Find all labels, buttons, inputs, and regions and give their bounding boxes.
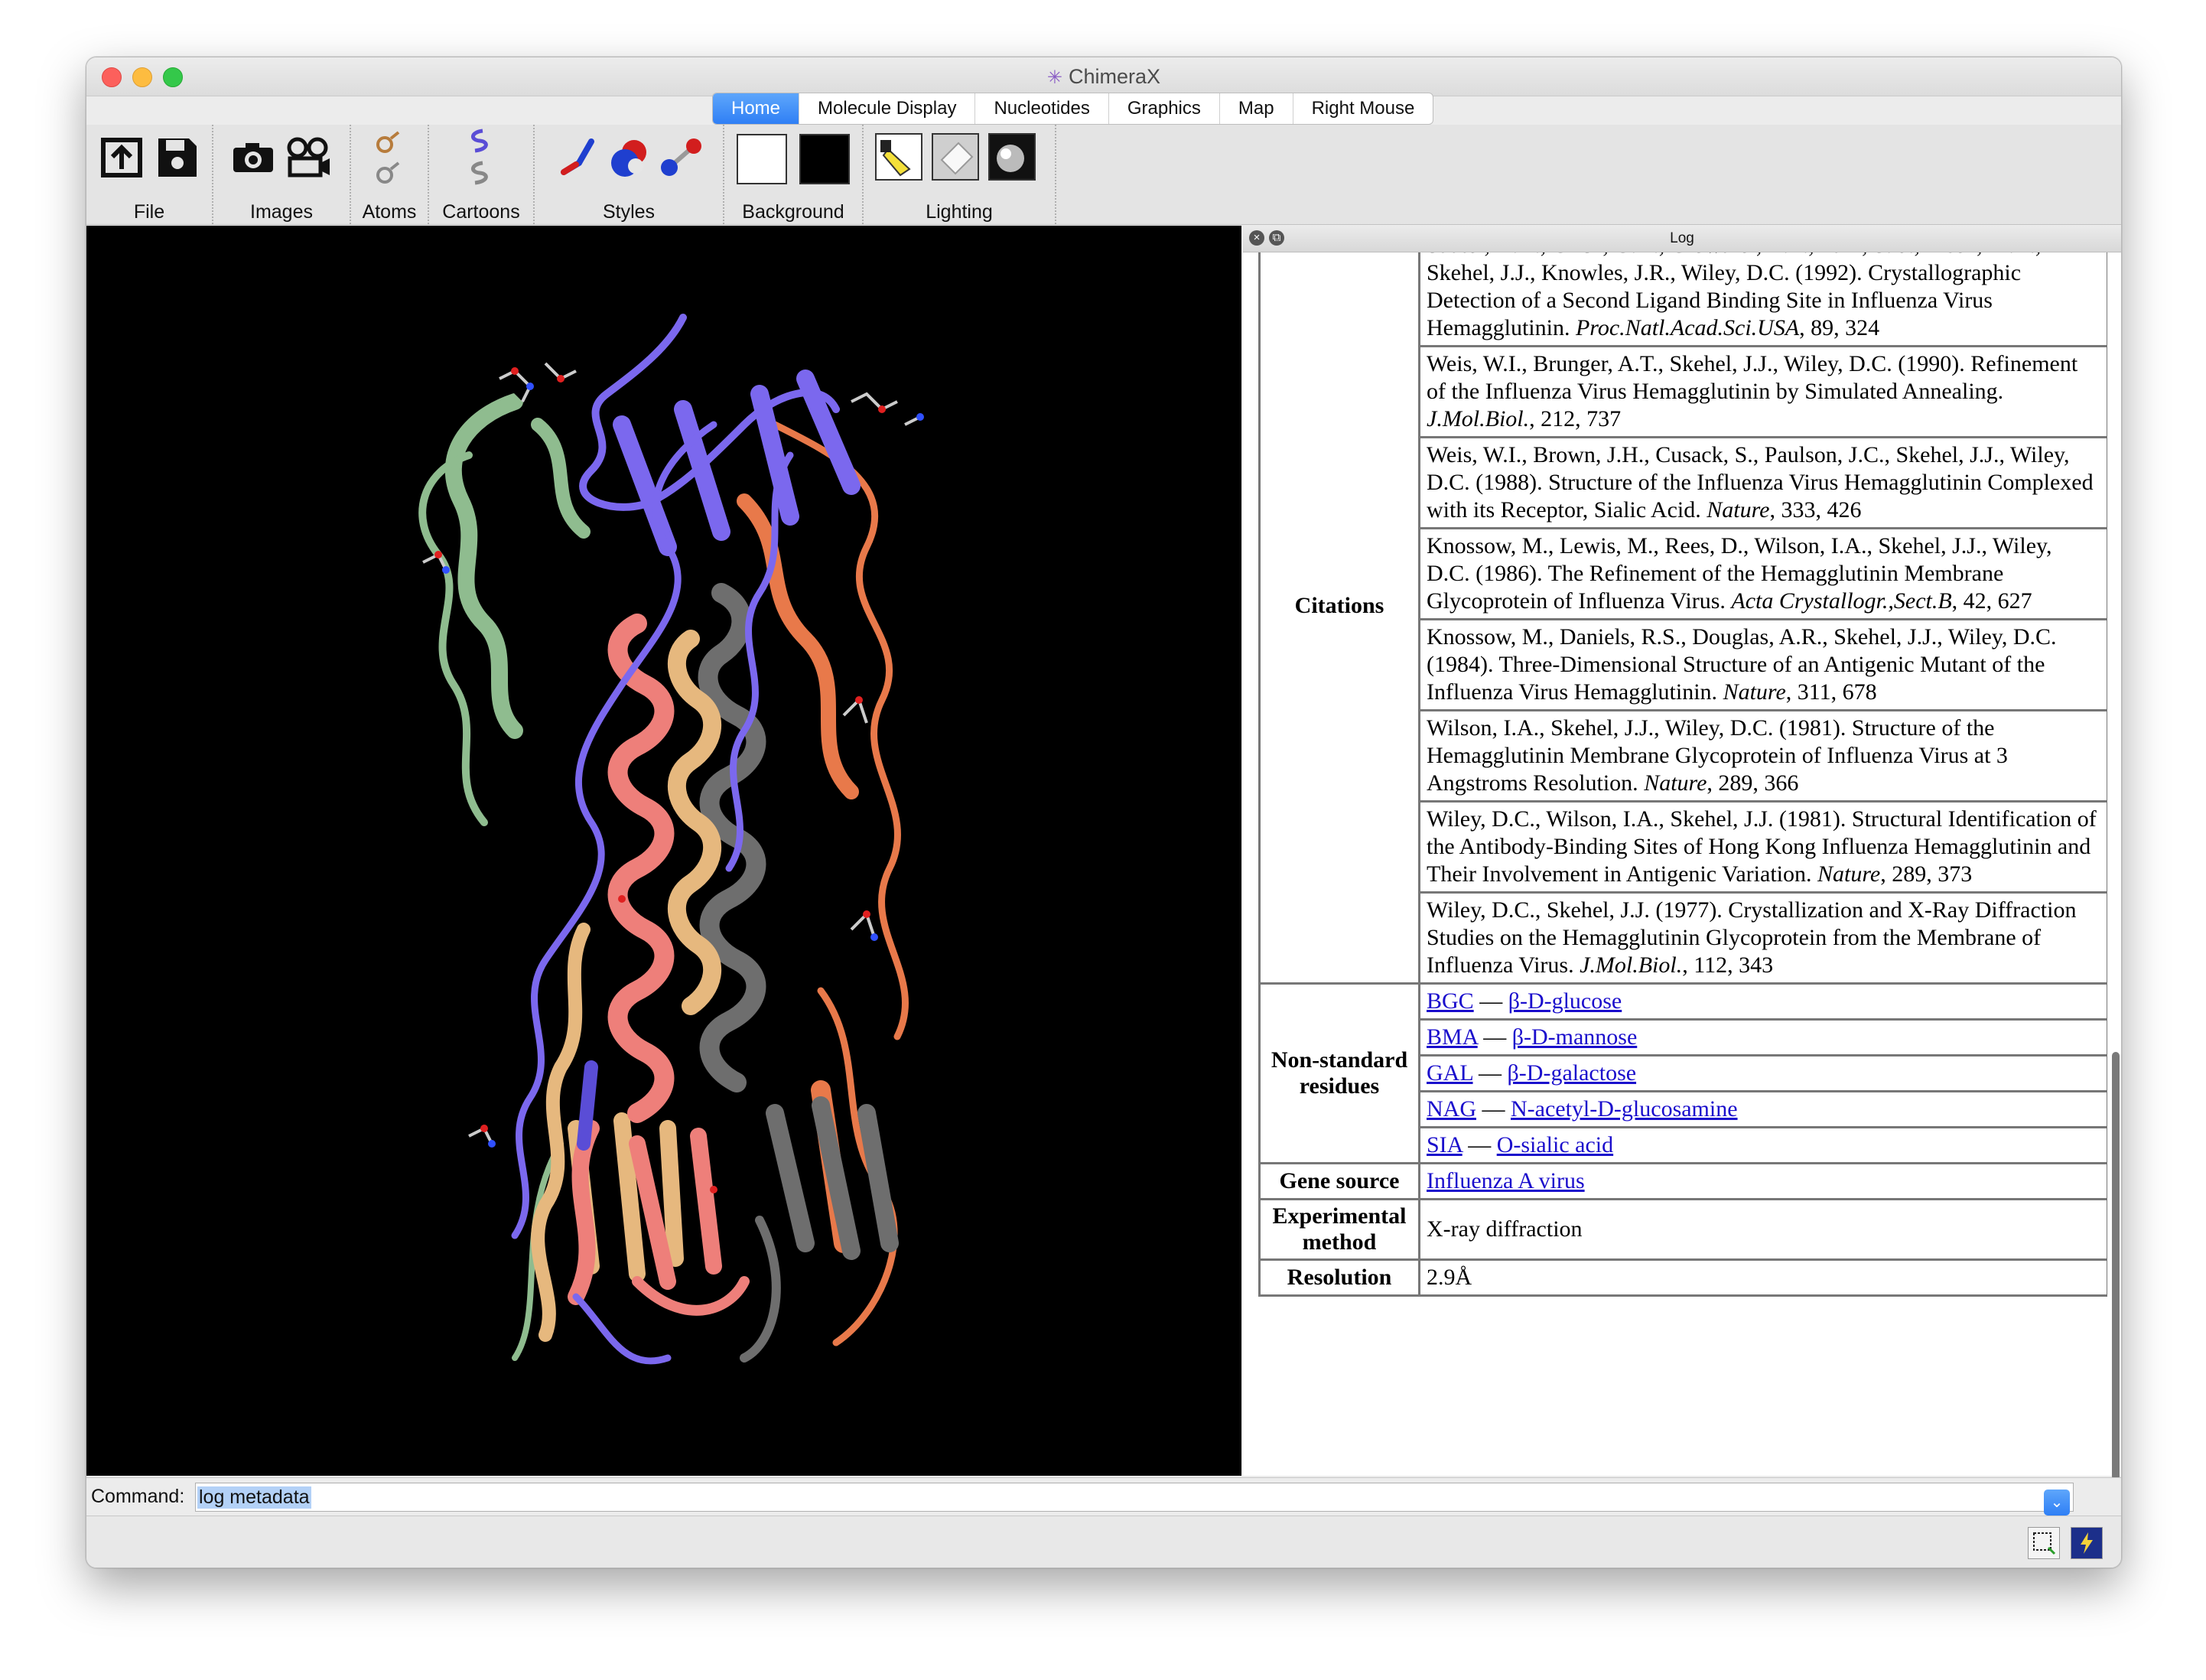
chimerax-app-icon: ✳ — [1046, 67, 1063, 89]
atoms-hide-icon[interactable] — [365, 160, 414, 186]
residue-code-link[interactable]: GAL — [1427, 1060, 1473, 1086]
lighting-full-icon[interactable] — [987, 132, 1036, 181]
log-title: Log — [1670, 230, 1694, 246]
table-row: Resolution 2.9Å — [1258, 1258, 2107, 1297]
toolbar-group-background: Background — [724, 125, 864, 224]
movie-camera-icon[interactable] — [284, 132, 333, 181]
citations-label: Citations — [1258, 252, 1420, 985]
tab-nucleotides[interactable]: Nucleotides — [974, 93, 1108, 124]
window-title: ChimeraX — [1069, 65, 1161, 88]
log-title-bar: × ⧉ Log — [1243, 226, 2121, 252]
chimerax-window: ✳ ChimeraX Home Molecule Display Nucleoti… — [86, 57, 2122, 1568]
tab-molecule-display[interactable]: Molecule Display — [799, 93, 974, 124]
residue-name-link[interactable]: β-D-galactose — [1508, 1060, 1637, 1086]
ball-stick-style-icon[interactable] — [657, 132, 706, 181]
gene-source-value: Influenza A virus — [1418, 1162, 2107, 1200]
toolbar-label-lighting: Lighting — [926, 201, 993, 223]
gene-source-label: Gene source — [1258, 1162, 1420, 1200]
cartoon-hide-icon[interactable] — [457, 160, 506, 186]
toolbar-group-atoms: Atoms — [351, 125, 429, 224]
citation-item: Weis, W.I., Brown, J.H., Cusack, S., Pau… — [1418, 436, 2107, 529]
table-row: Citations Sauter, N.K., Glick, G.D., Cro… — [1258, 252, 2107, 985]
tab-graphics[interactable]: Graphics — [1108, 93, 1219, 124]
tab-right-mouse[interactable]: Right Mouse — [1292, 93, 1433, 124]
residue-name-link[interactable]: β-D-mannose — [1512, 1024, 1638, 1050]
citation-item: Wiley, D.C., Wilson, I.A., Skehel, J.J. … — [1418, 800, 2107, 894]
toolbar-label-atoms: Atoms — [362, 201, 417, 223]
residue-name-link[interactable]: β-D-glucose — [1508, 988, 1622, 1014]
cartoon-show-icon[interactable] — [457, 128, 506, 154]
log-scrollbar[interactable] — [2112, 1052, 2120, 1480]
citation-item: Weis, W.I., Brunger, A.T., Skehel, J.J.,… — [1418, 345, 2107, 438]
table-row: Non-standard residues BGC — β-D-glucose — [1258, 982, 2107, 1164]
toolbar-group-styles: Styles — [535, 125, 724, 224]
title-bar: ✳ ChimeraX — [86, 57, 2121, 96]
residues-label: Non-standard residues — [1258, 982, 1420, 1164]
sphere-style-icon[interactable] — [605, 132, 654, 181]
citation-item: Wiley, D.C., Skehel, J.J. (1977). Crysta… — [1418, 891, 2107, 985]
stick-style-icon[interactable] — [553, 132, 602, 181]
log-content[interactable]: Citations Sauter, N.K., Glick, G.D., Cro… — [1243, 252, 2107, 1476]
open-icon[interactable] — [97, 132, 146, 181]
camera-icon[interactable] — [229, 132, 278, 181]
residue-item: BGC — β-D-glucose — [1418, 982, 2107, 1021]
residue-name-link[interactable]: O-sialic acid — [1497, 1132, 1613, 1157]
command-text: log metadata — [197, 1486, 311, 1509]
table-row: Gene source Influenza A virus — [1258, 1162, 2107, 1200]
tab-map[interactable]: Map — [1219, 93, 1293, 124]
toolbar-label-images: Images — [250, 201, 313, 223]
white-background-swatch[interactable] — [737, 134, 787, 184]
atoms-show-icon[interactable] — [365, 128, 414, 154]
metadata-table: Citations Sauter, N.K., Glick, G.D., Cro… — [1258, 252, 2107, 1297]
citation-item: Knossow, M., Daniels, R.S., Douglas, A.R… — [1418, 618, 2107, 711]
toolbar-label-file: File — [133, 201, 165, 223]
experimental-method-value: X-ray diffraction — [1418, 1198, 2107, 1261]
hemagglutinin-structure-graphic — [418, 314, 924, 1365]
toolbar-group-lighting: Lighting — [864, 125, 1056, 224]
lighting-simple-icon[interactable] — [874, 132, 923, 181]
citation-item: Knossow, M., Lewis, M., Rees, D., Wilson… — [1418, 527, 2107, 620]
save-icon[interactable] — [152, 132, 201, 181]
residue-item: BMA — β-D-mannose — [1418, 1018, 2107, 1057]
tab-home[interactable]: Home — [713, 93, 799, 124]
selection-icon[interactable] — [2028, 1527, 2060, 1559]
residue-code-link[interactable]: NAG — [1427, 1096, 1476, 1122]
toolbar-tabs: Home Molecule Display Nucleotides Graphi… — [712, 93, 1434, 125]
toolbar-label-cartoons: Cartoons — [442, 201, 520, 223]
log-panel: × ⧉ Log Citations Sauter, N.K., Glick, G… — [1243, 226, 2121, 1480]
residue-code-link[interactable]: SIA — [1427, 1132, 1463, 1157]
residue-item: NAG — N-acetyl-D-glucosamine — [1418, 1090, 2107, 1128]
toolbar-label-styles: Styles — [602, 201, 656, 223]
toolbar-group-images: Images — [213, 125, 351, 224]
toolbar-group-file: File — [86, 125, 213, 224]
graphics-viewer[interactable] — [86, 226, 1241, 1476]
command-bar: Command: log metadata ⌄ — [86, 1477, 2121, 1516]
citation-item: Sauter, N.K., Glick, G.D., Crowther, R.L… — [1418, 252, 2107, 347]
chevron-down-icon[interactable]: ⌄ — [2044, 1490, 2070, 1516]
status-bar — [86, 1516, 2121, 1568]
resolution-value: 2.9Å — [1418, 1258, 2107, 1297]
command-label: Command: — [91, 1486, 185, 1507]
gene-source-link[interactable]: Influenza A virus — [1427, 1168, 1585, 1193]
residue-code-link[interactable]: BMA — [1427, 1024, 1478, 1050]
experimental-method-label: Experimental method — [1258, 1198, 1420, 1261]
residue-item: SIA — O-sialic acid — [1418, 1126, 2107, 1164]
lighting-soft-icon[interactable] — [931, 132, 980, 181]
resolution-label: Resolution — [1258, 1258, 1420, 1297]
command-icon[interactable] — [2071, 1527, 2103, 1559]
command-input[interactable]: log metadata ⌄ — [195, 1483, 2074, 1516]
toolbar-group-cartoons: Cartoons — [429, 125, 535, 224]
toolbar-label-background: Background — [742, 201, 844, 223]
table-row: Experimental method X-ray diffraction — [1258, 1198, 2107, 1261]
citation-item: Wilson, I.A., Skehel, J.J., Wiley, D.C. … — [1418, 709, 2107, 803]
black-background-swatch[interactable] — [799, 134, 850, 184]
residue-item: GAL — β-D-galactose — [1418, 1054, 2107, 1092]
toolbar: File Images Atoms Cartoons Styles Backgr… — [86, 125, 2121, 225]
window-title-area: ✳ ChimeraX — [86, 65, 2121, 89]
residue-code-link[interactable]: BGC — [1427, 988, 1474, 1014]
residue-name-link[interactable]: N-acetyl-D-glucosamine — [1511, 1096, 1738, 1122]
